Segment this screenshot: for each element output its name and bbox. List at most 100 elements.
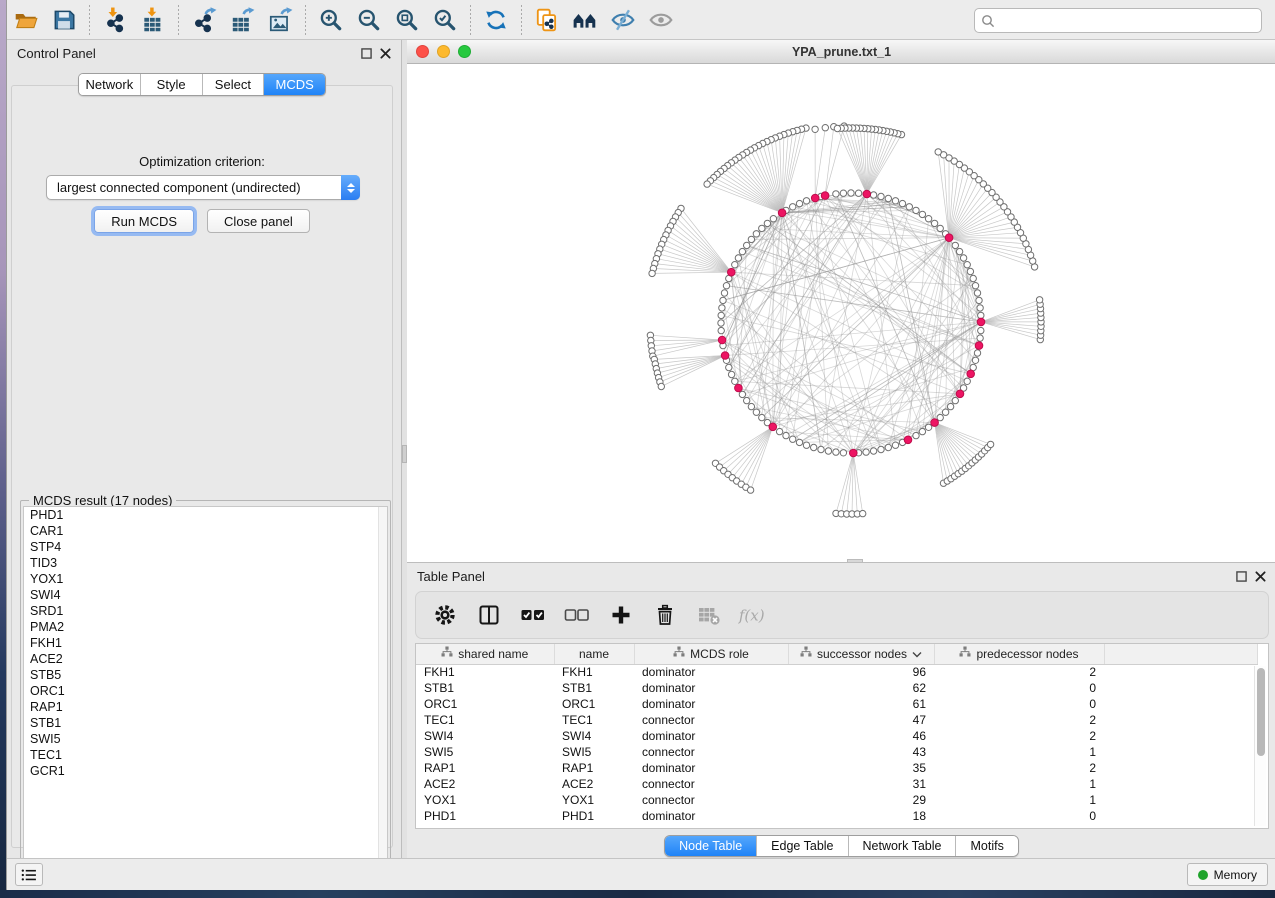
function-builder-icon: f(x) [738, 598, 768, 632]
mcds-result-item[interactable]: SWI5 [24, 731, 387, 747]
table-row[interactable]: SWI4SWI4dominator462 [416, 728, 1258, 744]
first-neighbors-icon[interactable] [566, 3, 604, 37]
close-window-icon[interactable] [416, 45, 429, 58]
maximize-window-icon[interactable] [458, 45, 471, 58]
mcds-result-item[interactable]: SRD1 [24, 603, 387, 619]
tab-style[interactable]: Style [141, 74, 203, 95]
tab-node-table[interactable]: Node Table [665, 836, 757, 856]
table-row[interactable]: ORC1ORC1dominator610 [416, 696, 1258, 712]
column-header-name[interactable]: name [554, 644, 634, 664]
export-network-icon[interactable] [185, 3, 223, 37]
mcds-result-item[interactable]: STB5 [24, 667, 387, 683]
table-row[interactable]: SWI5SWI5connector431 [416, 744, 1258, 760]
mcds-result-item[interactable]: TID3 [24, 555, 387, 571]
table-scrollbar-thumb[interactable] [1257, 668, 1265, 756]
export-table-icon[interactable] [223, 3, 261, 37]
mcds-result-item[interactable]: SWI4 [24, 587, 387, 603]
column-header-predecessor-nodes[interactable]: predecessor nodes [934, 644, 1104, 664]
table-cell: FKH1 [416, 664, 554, 680]
table-cell: 43 [788, 744, 934, 760]
zoom-fit-icon[interactable] [388, 3, 426, 37]
table-row[interactable]: FKH1FKH1dominator962 [416, 664, 1258, 680]
clone-network-icon[interactable] [528, 3, 566, 37]
open-icon[interactable] [7, 3, 45, 37]
table-cell: connector [634, 776, 788, 792]
tab-network[interactable]: Network [79, 74, 141, 95]
export-image-icon[interactable] [261, 3, 299, 37]
memory-button[interactable]: Memory [1187, 863, 1268, 886]
mcds-result-item[interactable]: ORC1 [24, 683, 387, 699]
import-table-icon[interactable] [134, 3, 172, 37]
shared-column-icon [959, 646, 971, 661]
table-row[interactable]: ACE2ACE2connector311 [416, 776, 1258, 792]
column-header-shared-name[interactable]: shared name [416, 644, 554, 664]
table-row[interactable]: YOX1YOX1connector291 [416, 792, 1258, 808]
table-row[interactable]: TEC1TEC1connector472 [416, 712, 1258, 728]
task-history-button[interactable] [15, 863, 43, 886]
mcds-result-item[interactable]: YOX1 [24, 571, 387, 587]
table-cell: connector [634, 792, 788, 808]
mcds-result-item[interactable]: STB1 [24, 715, 387, 731]
mcds-result-item[interactable]: TEC1 [24, 747, 387, 763]
status-bar: Memory [7, 858, 1275, 890]
mcds-result-item[interactable]: ACE2 [24, 651, 387, 667]
tab-mcds[interactable]: MCDS [264, 74, 325, 95]
table-cell: 2 [934, 664, 1104, 680]
table-row[interactable]: RAP1RAP1dominator352 [416, 760, 1258, 776]
memory-status-icon [1198, 870, 1208, 880]
optimization-criterion-dropdown[interactable]: largest connected component (undirected) [46, 175, 360, 200]
mcds-list-scrollbar[interactable] [378, 507, 387, 871]
table-cell: RAP1 [554, 760, 634, 776]
mcds-result-item[interactable]: GCR1 [24, 763, 387, 779]
zoom-in-icon[interactable] [312, 3, 350, 37]
table-scrollbar[interactable] [1254, 666, 1266, 826]
zoom-out-icon[interactable] [350, 3, 388, 37]
zoom-selected-icon[interactable] [426, 3, 464, 37]
split-columns-icon[interactable] [474, 598, 504, 632]
table-cell: 1 [934, 792, 1104, 808]
mcds-result-item[interactable]: PHD1 [24, 507, 387, 523]
table-row[interactable]: STB1STB1dominator620 [416, 680, 1258, 696]
network-graph[interactable] [407, 64, 1275, 562]
run-mcds-button[interactable]: Run MCDS [94, 209, 194, 233]
table-cell: dominator [634, 680, 788, 696]
add-column-icon[interactable] [606, 598, 636, 632]
refresh-layout-icon[interactable] [477, 3, 515, 37]
table-cell: TEC1 [554, 712, 634, 728]
mcds-result-item[interactable]: PMA2 [24, 619, 387, 635]
close-panel-icon[interactable] [1255, 571, 1266, 582]
tab-select[interactable]: Select [203, 74, 265, 95]
mcds-result-item[interactable]: CAR1 [24, 523, 387, 539]
mcds-result-item[interactable]: STP4 [24, 539, 387, 555]
mcds-result-item[interactable]: FKH1 [24, 635, 387, 651]
column-header-successor-nodes[interactable]: successor nodes [788, 644, 934, 664]
close-panel-icon[interactable] [380, 48, 391, 59]
deselect-all-columns-icon[interactable] [562, 598, 592, 632]
mcds-result-item[interactable]: RAP1 [24, 699, 387, 715]
import-network-icon[interactable] [96, 3, 134, 37]
table-tabs: Node TableEdge TableNetwork TableMotifs [664, 835, 1019, 857]
search-input[interactable] [995, 9, 1261, 32]
select-all-columns-icon[interactable] [518, 598, 548, 632]
network-canvas[interactable] [407, 64, 1275, 562]
table-cell: 18 [788, 808, 934, 824]
tab-edge-table[interactable]: Edge Table [757, 836, 848, 856]
table-cell: SWI5 [416, 744, 554, 760]
show-all-icon[interactable] [642, 3, 680, 37]
table-panel-title: Table Panel [417, 569, 485, 584]
hide-selected-icon[interactable] [604, 3, 642, 37]
close-panel-button[interactable]: Close panel [207, 209, 310, 233]
table-cell: 47 [788, 712, 934, 728]
delete-column-icon[interactable] [650, 598, 680, 632]
float-panel-icon[interactable] [361, 48, 372, 59]
table-cell: TEC1 [416, 712, 554, 728]
save-icon[interactable] [45, 3, 83, 37]
float-panel-icon[interactable] [1236, 571, 1247, 582]
tab-motifs[interactable]: Motifs [956, 836, 1017, 856]
minimize-window-icon[interactable] [437, 45, 450, 58]
settings-icon[interactable] [430, 598, 460, 632]
tab-network-table[interactable]: Network Table [849, 836, 957, 856]
table-toolbar: f(x) [415, 591, 1269, 639]
column-header-MCDS-role[interactable]: MCDS role [634, 644, 788, 664]
table-row[interactable]: PHD1PHD1dominator180 [416, 808, 1258, 824]
